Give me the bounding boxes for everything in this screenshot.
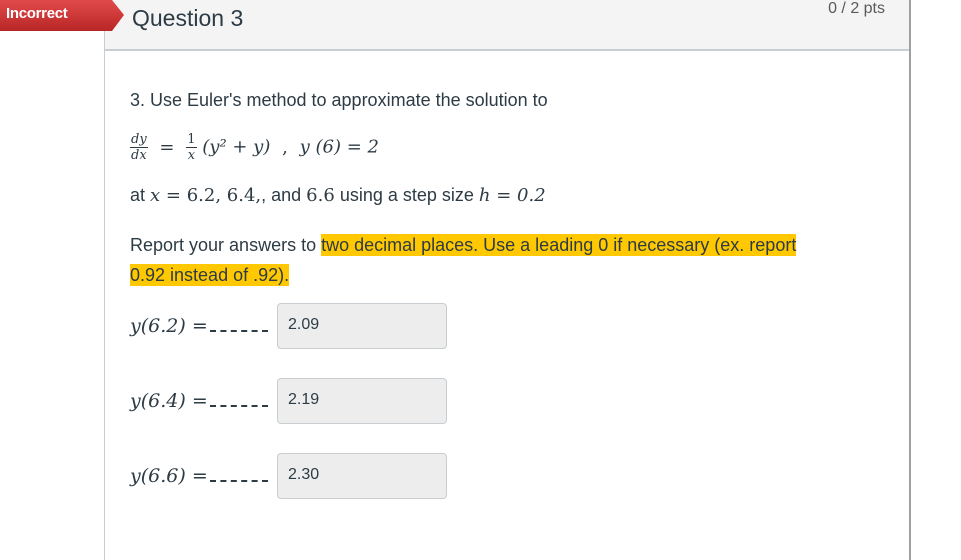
highlighted-instruction-1: two decimal places. Use a leading 0 if n… — [321, 234, 797, 256]
question-intro: 3. Use Euler's method to approximate the… — [130, 90, 548, 110]
answer-input[interactable]: 2.09 — [277, 303, 447, 349]
points-label: 0 / 2 pts — [828, 0, 885, 17]
evaluation-points: at x = 6.2, 6.4,, and 6.6 using a step s… — [130, 185, 546, 206]
answer-label: y(6.6) = — [130, 465, 208, 487]
report-instructions: Report your answers to two decimal place… — [130, 234, 797, 286]
answer-row-1: y(6.2) = 2.09 — [130, 303, 450, 351]
equation-rhs: (y² + y) — [202, 136, 271, 158]
question-title: Question 3 — [132, 5, 244, 31]
answer-blank — [209, 480, 268, 482]
initial-condition: y (6) = 2 — [299, 136, 379, 158]
answer-input[interactable]: 2.30 — [277, 453, 447, 499]
answer-row-3: y(6.6) = 2.30 — [130, 453, 450, 501]
answer-label: y(6.4) = — [130, 390, 208, 412]
one-over-x-fraction: 1 x — [186, 132, 197, 163]
answer-blank — [209, 330, 268, 332]
question-header: Question 3 0 / 2 pts — [105, 0, 909, 51]
answer-blank — [209, 405, 268, 407]
incorrect-badge: Incorrect — [0, 0, 124, 31]
differential-equation: dy dx = 1 x (y² + y) , y (6) = 2 — [130, 132, 379, 163]
badge-label: Incorrect — [6, 5, 68, 22]
answer-input[interactable]: 2.19 — [277, 378, 447, 424]
answer-row-2: y(6.4) = 2.19 — [130, 378, 450, 426]
highlighted-instruction-2: 0.92 instead of .92). — [130, 264, 290, 286]
answer-label: y(6.2) = — [130, 315, 208, 337]
dy-dx-fraction: dy dx — [130, 132, 148, 163]
